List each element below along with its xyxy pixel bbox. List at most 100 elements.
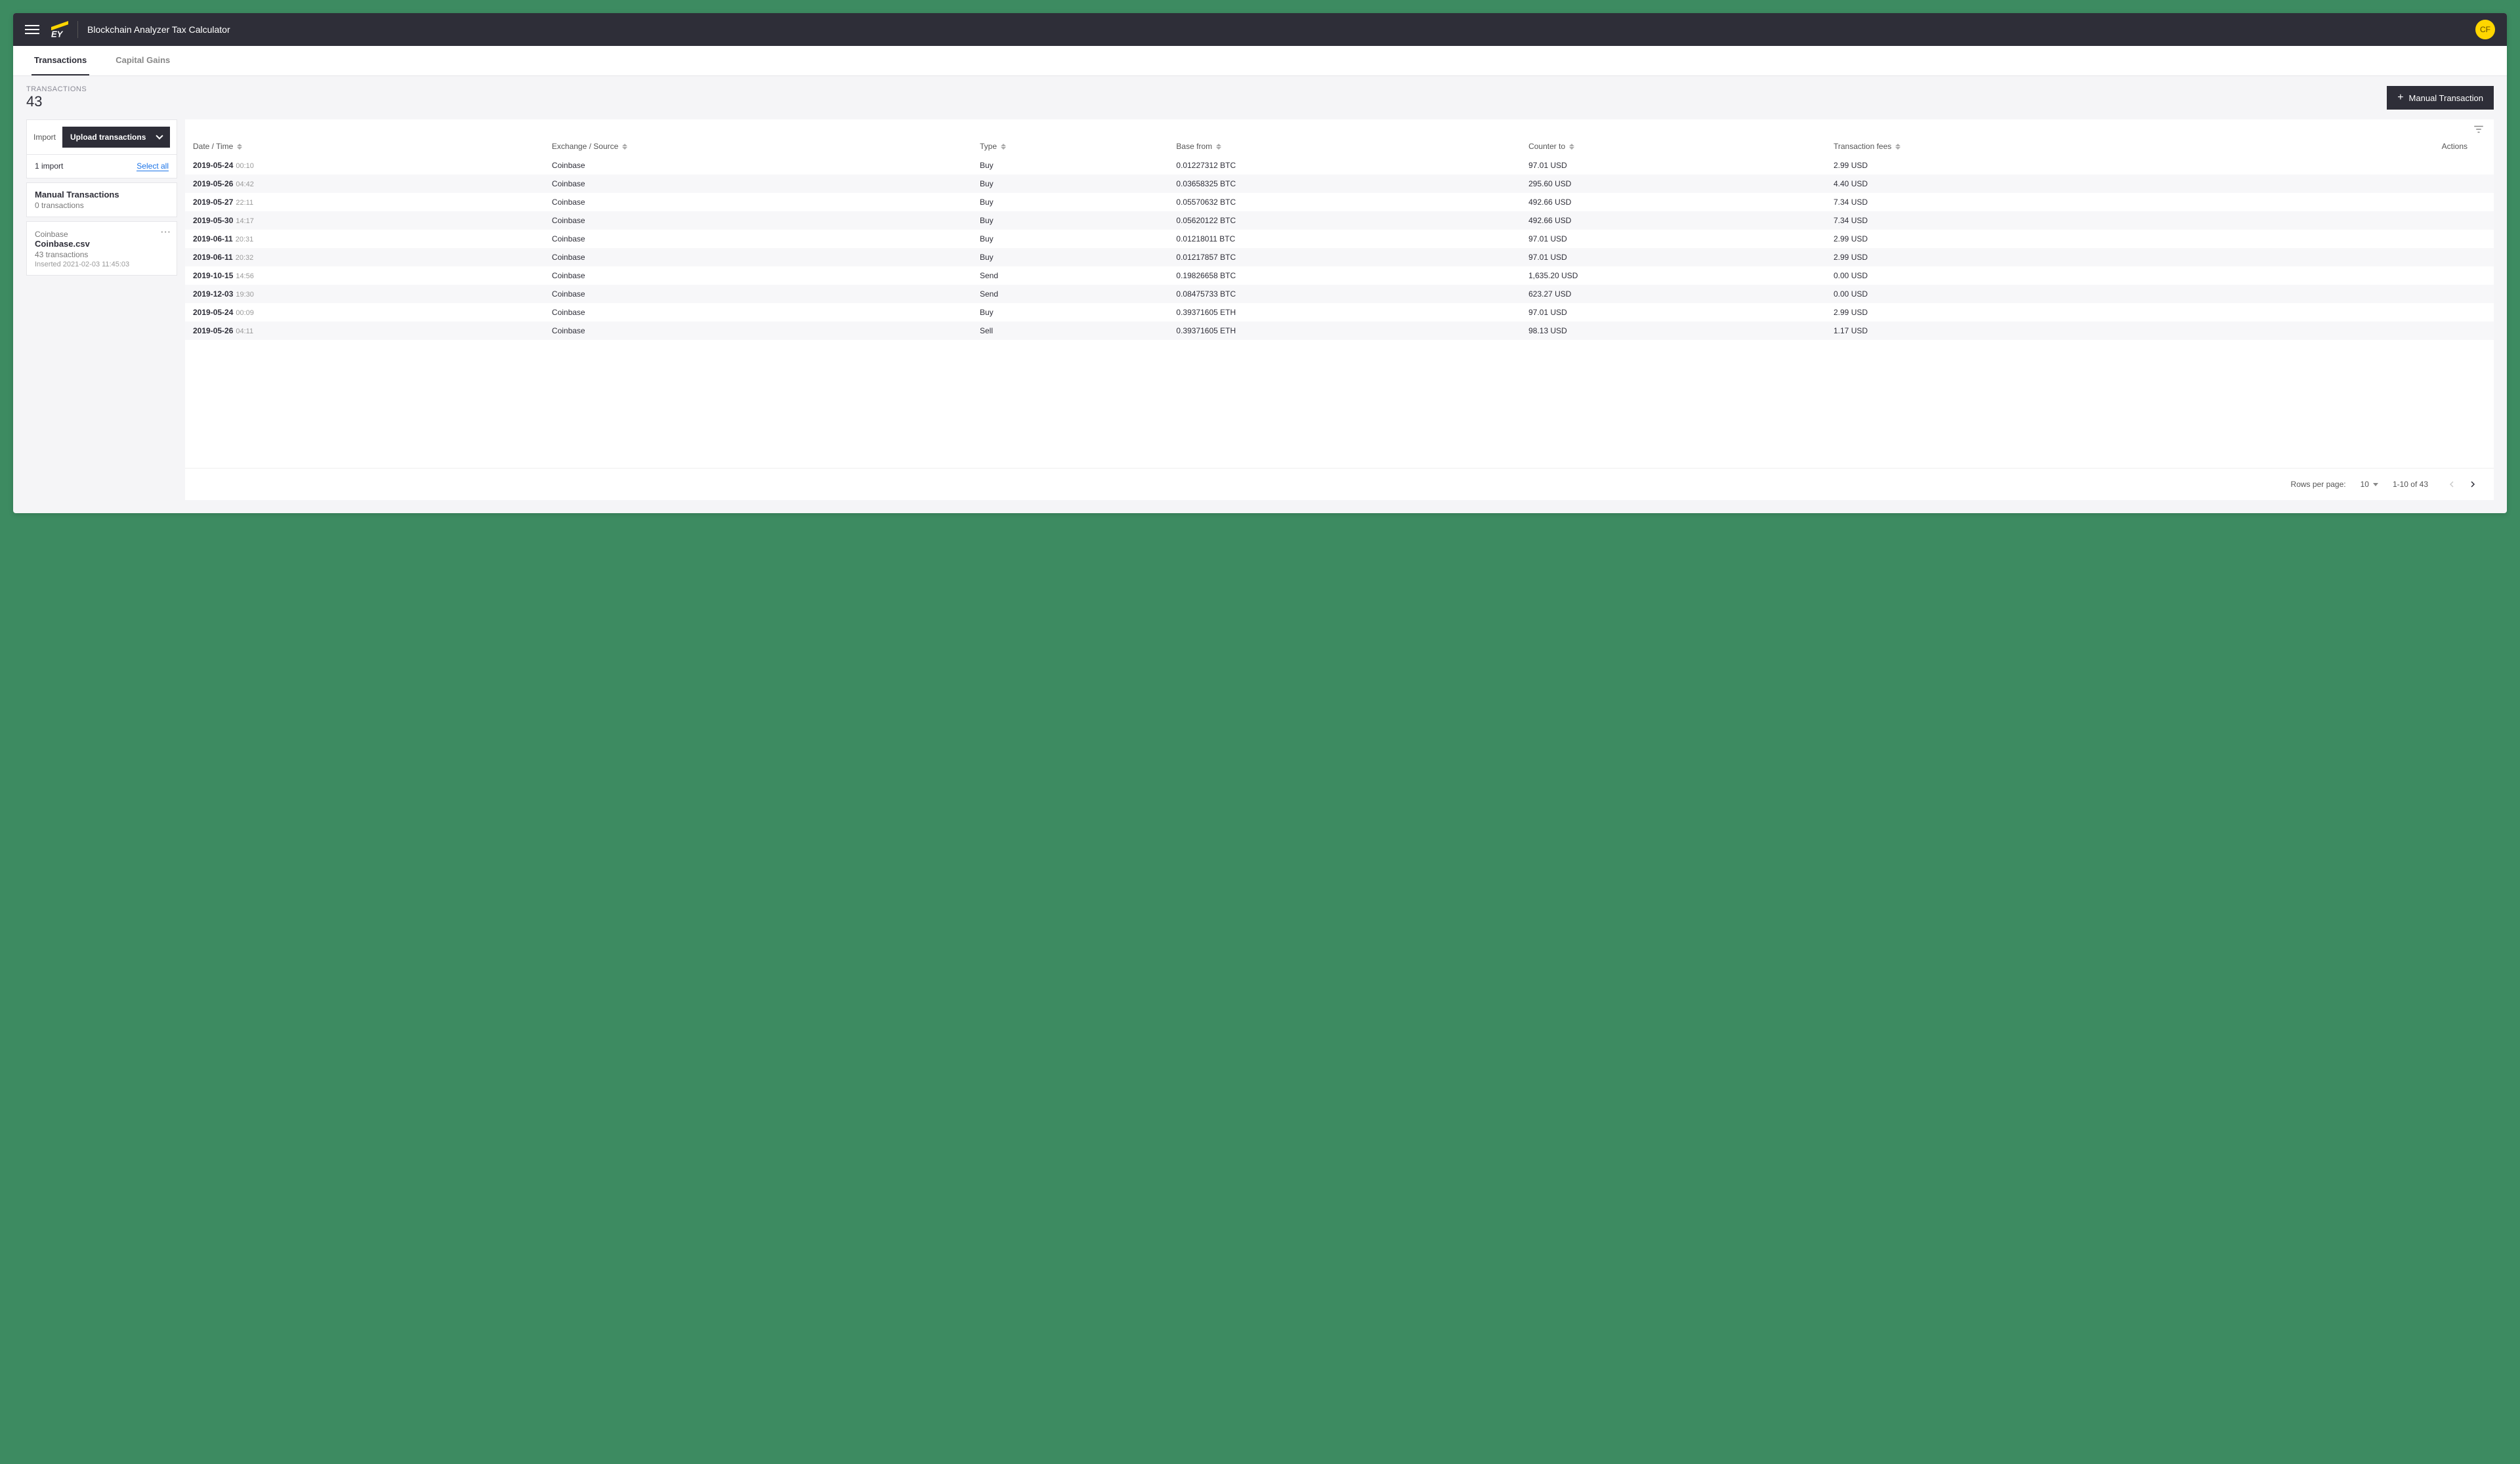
- cell-actions: [2214, 156, 2494, 175]
- upload-transactions-button[interactable]: Upload transactions: [62, 127, 170, 148]
- import-inserted: Inserted 2021-02-03 11:45:03: [35, 261, 169, 268]
- manual-transactions-title: Manual Transactions: [35, 190, 169, 199]
- cell-datetime: 2019-05-2604:11: [185, 322, 544, 340]
- table-row[interactable]: 2019-05-2722:11CoinbaseBuy0.05570632 BTC…: [185, 193, 2494, 211]
- cell-base: 0.19826658 BTC: [1168, 266, 1521, 285]
- svg-text:EY: EY: [51, 30, 64, 38]
- subheader: TRANSACTIONS 43 + Manual Transaction: [13, 76, 2507, 119]
- cell-base: 0.05620122 BTC: [1168, 211, 1521, 230]
- cell-fees: 7.34 USD: [1826, 211, 2214, 230]
- col-datetime[interactable]: Date / Time: [185, 136, 544, 156]
- cell-actions: [2214, 211, 2494, 230]
- import-source: Coinbase: [35, 230, 169, 239]
- transactions-table: Date / Time Exchange / Source Type Base …: [185, 136, 2494, 340]
- table-row[interactable]: 2019-05-3014:17CoinbaseBuy0.05620122 BTC…: [185, 211, 2494, 230]
- cell-counter: 97.01 USD: [1521, 303, 1826, 322]
- cell-datetime: 2019-06-1120:32: [185, 248, 544, 266]
- cell-base: 0.03658325 BTC: [1168, 175, 1521, 193]
- avatar[interactable]: CF: [2475, 20, 2495, 39]
- cell-base: 0.01227312 BTC: [1168, 156, 1521, 175]
- tab-transactions[interactable]: Transactions: [32, 46, 89, 75]
- filter-icon[interactable]: [2473, 123, 2485, 135]
- cell-counter: 492.66 USD: [1521, 211, 1826, 230]
- import-label: Import: [33, 133, 56, 142]
- sort-icon[interactable]: [1216, 144, 1221, 150]
- cell-counter: 1,635.20 USD: [1521, 266, 1826, 285]
- cell-counter: 97.01 USD: [1521, 156, 1826, 175]
- cell-actions: [2214, 193, 2494, 211]
- col-exchange[interactable]: Exchange / Source: [544, 136, 972, 156]
- next-page-button[interactable]: [2464, 475, 2482, 493]
- table-row[interactable]: 2019-12-0319:30CoinbaseSend0.08475733 BT…: [185, 285, 2494, 303]
- cell-counter: 492.66 USD: [1521, 193, 1826, 211]
- cell-fees: 2.99 USD: [1826, 303, 2214, 322]
- pagination: Rows per page: 10 1-10 of 43: [185, 468, 2494, 500]
- cell-type: Send: [972, 285, 1168, 303]
- sort-icon[interactable]: [1569, 144, 1574, 150]
- table-row[interactable]: 2019-05-2400:10CoinbaseBuy0.01227312 BTC…: [185, 156, 2494, 175]
- cell-fees: 7.34 USD: [1826, 193, 2214, 211]
- select-all-link[interactable]: Select all: [136, 161, 169, 171]
- cell-type: Buy: [972, 248, 1168, 266]
- cell-exchange: Coinbase: [544, 193, 972, 211]
- plus-icon: +: [2397, 93, 2403, 103]
- cell-base: 0.01218011 BTC: [1168, 230, 1521, 248]
- sort-icon[interactable]: [1895, 144, 1900, 150]
- table-row[interactable]: 2019-06-1120:31CoinbaseBuy0.01218011 BTC…: [185, 230, 2494, 248]
- cell-exchange: Coinbase: [544, 211, 972, 230]
- upload-transactions-label: Upload transactions: [70, 133, 146, 142]
- cell-exchange: Coinbase: [544, 303, 972, 322]
- cell-type: Buy: [972, 211, 1168, 230]
- cell-fees: 2.99 USD: [1826, 156, 2214, 175]
- cell-datetime: 2019-12-0319:30: [185, 285, 544, 303]
- cell-fees: 1.17 USD: [1826, 322, 2214, 340]
- manual-transaction-button[interactable]: + Manual Transaction: [2387, 86, 2494, 110]
- cell-counter: 97.01 USD: [1521, 248, 1826, 266]
- transactions-table-pane: Date / Time Exchange / Source Type Base …: [185, 119, 2494, 500]
- col-type[interactable]: Type: [972, 136, 1168, 156]
- cell-base: 0.39371605 ETH: [1168, 322, 1521, 340]
- cell-exchange: Coinbase: [544, 156, 972, 175]
- sort-icon[interactable]: [622, 144, 627, 150]
- cell-datetime: 2019-05-2722:11: [185, 193, 544, 211]
- sort-icon[interactable]: [237, 144, 242, 150]
- cell-datetime: 2019-05-2400:10: [185, 156, 544, 175]
- col-base[interactable]: Base from: [1168, 136, 1521, 156]
- table-row[interactable]: 2019-05-2604:11CoinbaseSell0.39371605 ET…: [185, 322, 2494, 340]
- cell-counter: 295.60 USD: [1521, 175, 1826, 193]
- cell-exchange: Coinbase: [544, 230, 972, 248]
- cell-datetime: 2019-05-2604:42: [185, 175, 544, 193]
- cell-type: Buy: [972, 230, 1168, 248]
- table-row[interactable]: 2019-06-1120:32CoinbaseBuy0.01217857 BTC…: [185, 248, 2494, 266]
- menu-icon[interactable]: [25, 25, 39, 34]
- col-counter[interactable]: Counter to: [1521, 136, 1826, 156]
- cell-exchange: Coinbase: [544, 175, 972, 193]
- more-icon[interactable]: ···: [161, 227, 171, 237]
- import-card-coinbase[interactable]: ··· Coinbase Coinbase.csv 43 transaction…: [26, 221, 177, 276]
- chevron-down-icon: [156, 132, 163, 139]
- cell-actions: [2214, 230, 2494, 248]
- manual-transactions-card[interactable]: Manual Transactions 0 transactions: [26, 182, 177, 217]
- cell-type: Sell: [972, 322, 1168, 340]
- table-row[interactable]: 2019-10-1514:56CoinbaseSend0.19826658 BT…: [185, 266, 2494, 285]
- cell-actions: [2214, 266, 2494, 285]
- cell-datetime: 2019-06-1120:31: [185, 230, 544, 248]
- triangle-down-icon: [2373, 483, 2378, 486]
- rows-per-page-select[interactable]: 10: [2361, 480, 2378, 489]
- table-row[interactable]: 2019-05-2400:09CoinbaseBuy0.39371605 ETH…: [185, 303, 2494, 322]
- cell-fees: 2.99 USD: [1826, 230, 2214, 248]
- cell-type: Buy: [972, 156, 1168, 175]
- cell-actions: [2214, 303, 2494, 322]
- page-range: 1-10 of 43: [2393, 480, 2428, 489]
- table-row[interactable]: 2019-05-2604:42CoinbaseBuy0.03658325 BTC…: [185, 175, 2494, 193]
- col-fees[interactable]: Transaction fees: [1826, 136, 2214, 156]
- cell-datetime: 2019-05-2400:09: [185, 303, 544, 322]
- import-txn-count: 43 transactions: [35, 250, 169, 259]
- sort-icon[interactable]: [1001, 144, 1006, 150]
- prev-page-button[interactable]: [2443, 475, 2461, 493]
- cell-counter: 97.01 USD: [1521, 230, 1826, 248]
- tab-capital-gains[interactable]: Capital Gains: [113, 46, 173, 75]
- import-filename: Coinbase.csv: [35, 239, 169, 249]
- cell-datetime: 2019-10-1514:56: [185, 266, 544, 285]
- cell-actions: [2214, 285, 2494, 303]
